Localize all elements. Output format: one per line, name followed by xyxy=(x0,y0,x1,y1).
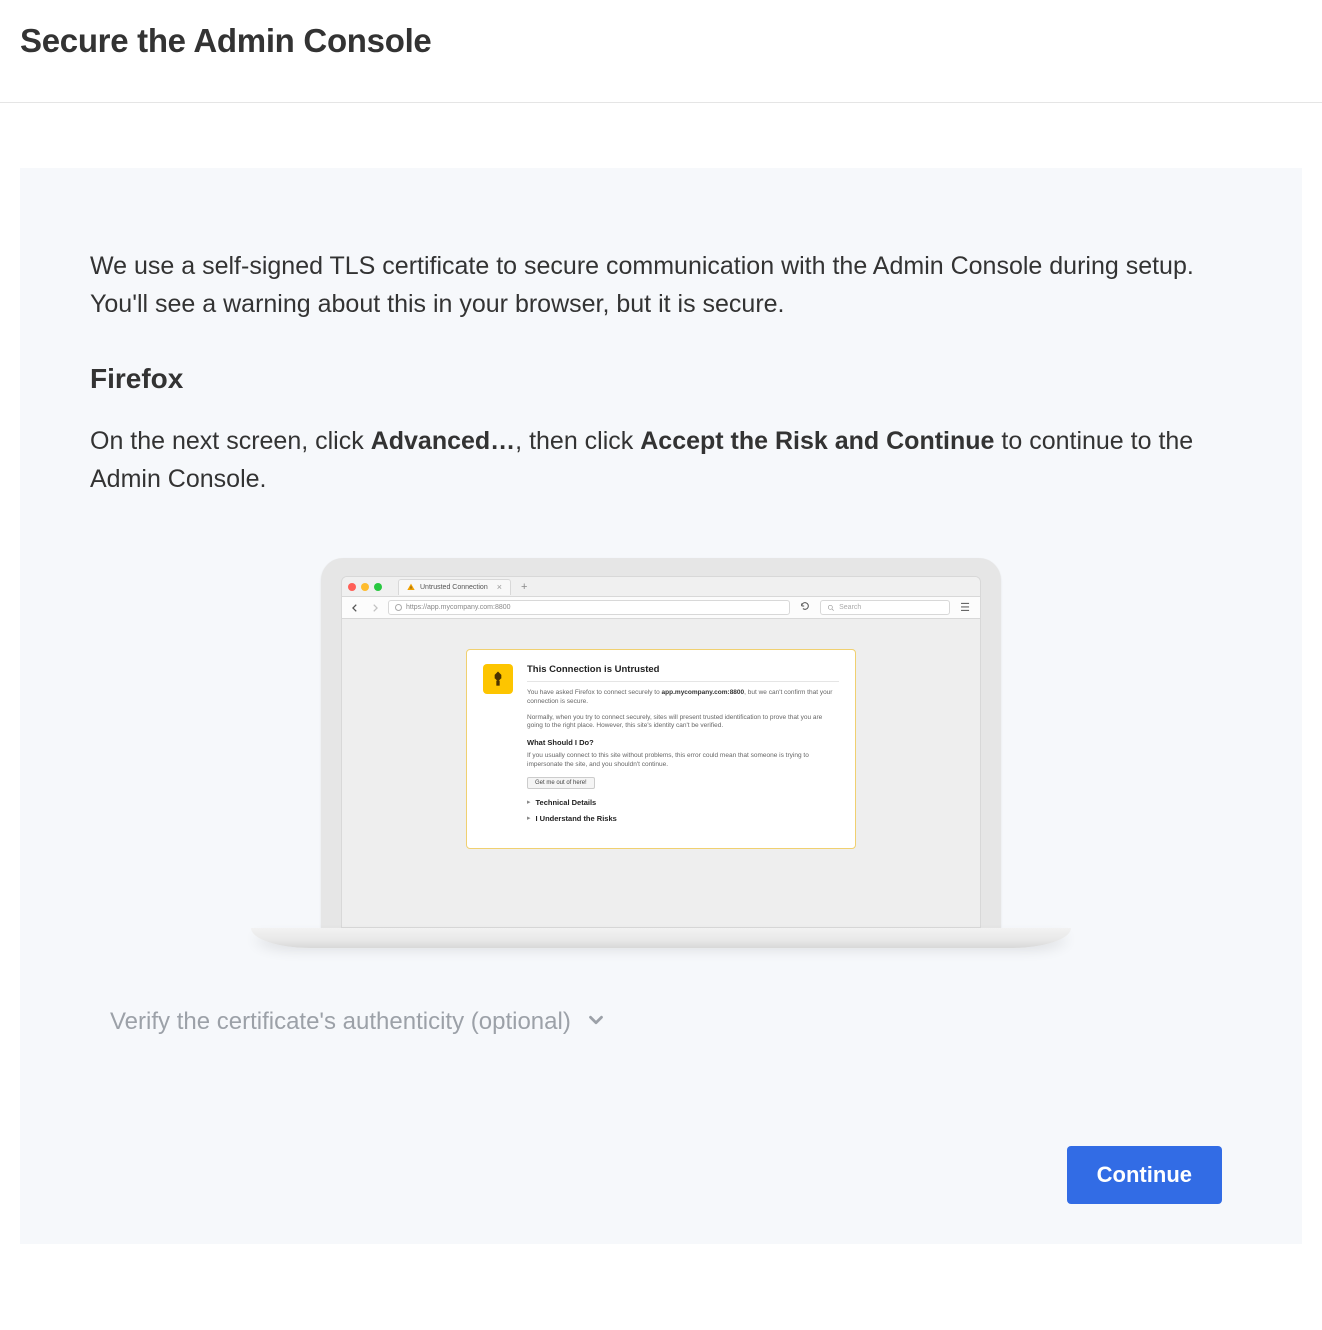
instruction-accept: Accept the Risk and Continue xyxy=(640,427,994,455)
globe-icon xyxy=(395,604,402,611)
instruction-advanced: Advanced… xyxy=(371,427,515,455)
search-field: Search xyxy=(820,600,950,615)
minimize-window-icon xyxy=(361,583,369,591)
browser-heading: Firefox xyxy=(90,363,1232,395)
browser-tab-bar: Untrusted Connection × + xyxy=(342,577,980,597)
instruction-text-pre: On the next screen, click xyxy=(90,427,371,455)
warning-badge-icon xyxy=(483,664,513,694)
laptop-mockup: Untrusted Connection × + https://a xyxy=(90,558,1232,948)
browser-viewport: This Connection is Untrusted You have as… xyxy=(342,619,980,928)
intro-paragraph: We use a self-signed TLS certificate to … xyxy=(90,248,1232,323)
instruction-text-mid: , then click xyxy=(515,427,640,455)
technical-details-link: Technical Details xyxy=(536,798,597,807)
technical-details-row: ▸ Technical Details xyxy=(527,798,839,807)
verify-certificate-label: Verify the certificate's authenticity (o… xyxy=(110,1008,571,1036)
warning-paragraph-1: You have asked Firefox to connect secure… xyxy=(527,689,839,707)
understand-risks-row: ▸ I Understand the Risks xyxy=(527,814,839,823)
url-text: https://app.mycompany.com:8800 xyxy=(406,604,511,611)
continue-button[interactable]: Continue xyxy=(1067,1146,1222,1204)
bullet-icon: ▸ xyxy=(527,814,531,822)
page-title: Secure the Admin Console xyxy=(20,22,1302,60)
window-controls xyxy=(348,583,382,591)
tab-close-icon: × xyxy=(497,582,502,592)
verify-certificate-toggle[interactable]: Verify the certificate's authenticity (o… xyxy=(90,1008,1232,1036)
close-window-icon xyxy=(348,583,356,591)
warning-subheading: What Should I Do? xyxy=(527,738,839,747)
hamburger-icon: ☰ xyxy=(956,601,974,614)
laptop-body: Untrusted Connection × + https://a xyxy=(321,558,1001,928)
page-header: Secure the Admin Console xyxy=(0,0,1322,103)
laptop-screen: Untrusted Connection × + https://a xyxy=(341,576,981,928)
new-tab-icon: + xyxy=(517,581,531,593)
warning-paragraph-3: If you usually connect to this site with… xyxy=(527,752,839,770)
forward-icon xyxy=(368,601,382,615)
chevron-down-icon xyxy=(585,1009,607,1036)
laptop-base xyxy=(251,928,1071,948)
search-placeholder: Search xyxy=(839,604,861,611)
warning-title: This Connection is Untrusted xyxy=(527,664,839,682)
understand-risks-link: I Understand the Risks xyxy=(536,814,617,823)
footer-actions: Continue xyxy=(90,1146,1232,1204)
bullet-icon: ▸ xyxy=(527,798,531,806)
back-icon xyxy=(348,601,362,615)
warning-paragraph-2: Normally, when you try to connect secure… xyxy=(527,714,839,732)
url-field: https://app.mycompany.com:8800 xyxy=(388,600,790,615)
refresh-icon xyxy=(796,601,814,614)
maximize-window-icon xyxy=(374,583,382,591)
warning-icon xyxy=(407,583,415,591)
browser-tab: Untrusted Connection × xyxy=(398,579,511,595)
content-panel: We use a self-signed TLS certificate to … xyxy=(20,168,1302,1244)
warning-content: This Connection is Untrusted You have as… xyxy=(527,664,839,830)
browser-address-bar: https://app.mycompany.com:8800 Search ☰ xyxy=(342,597,980,619)
search-icon xyxy=(827,604,835,612)
get-out-button: Get me out of here! xyxy=(527,777,595,789)
untrusted-warning-card: This Connection is Untrusted You have as… xyxy=(466,649,856,849)
instruction-paragraph: On the next screen, click Advanced…, the… xyxy=(90,423,1232,498)
tab-title: Untrusted Connection xyxy=(420,584,488,591)
